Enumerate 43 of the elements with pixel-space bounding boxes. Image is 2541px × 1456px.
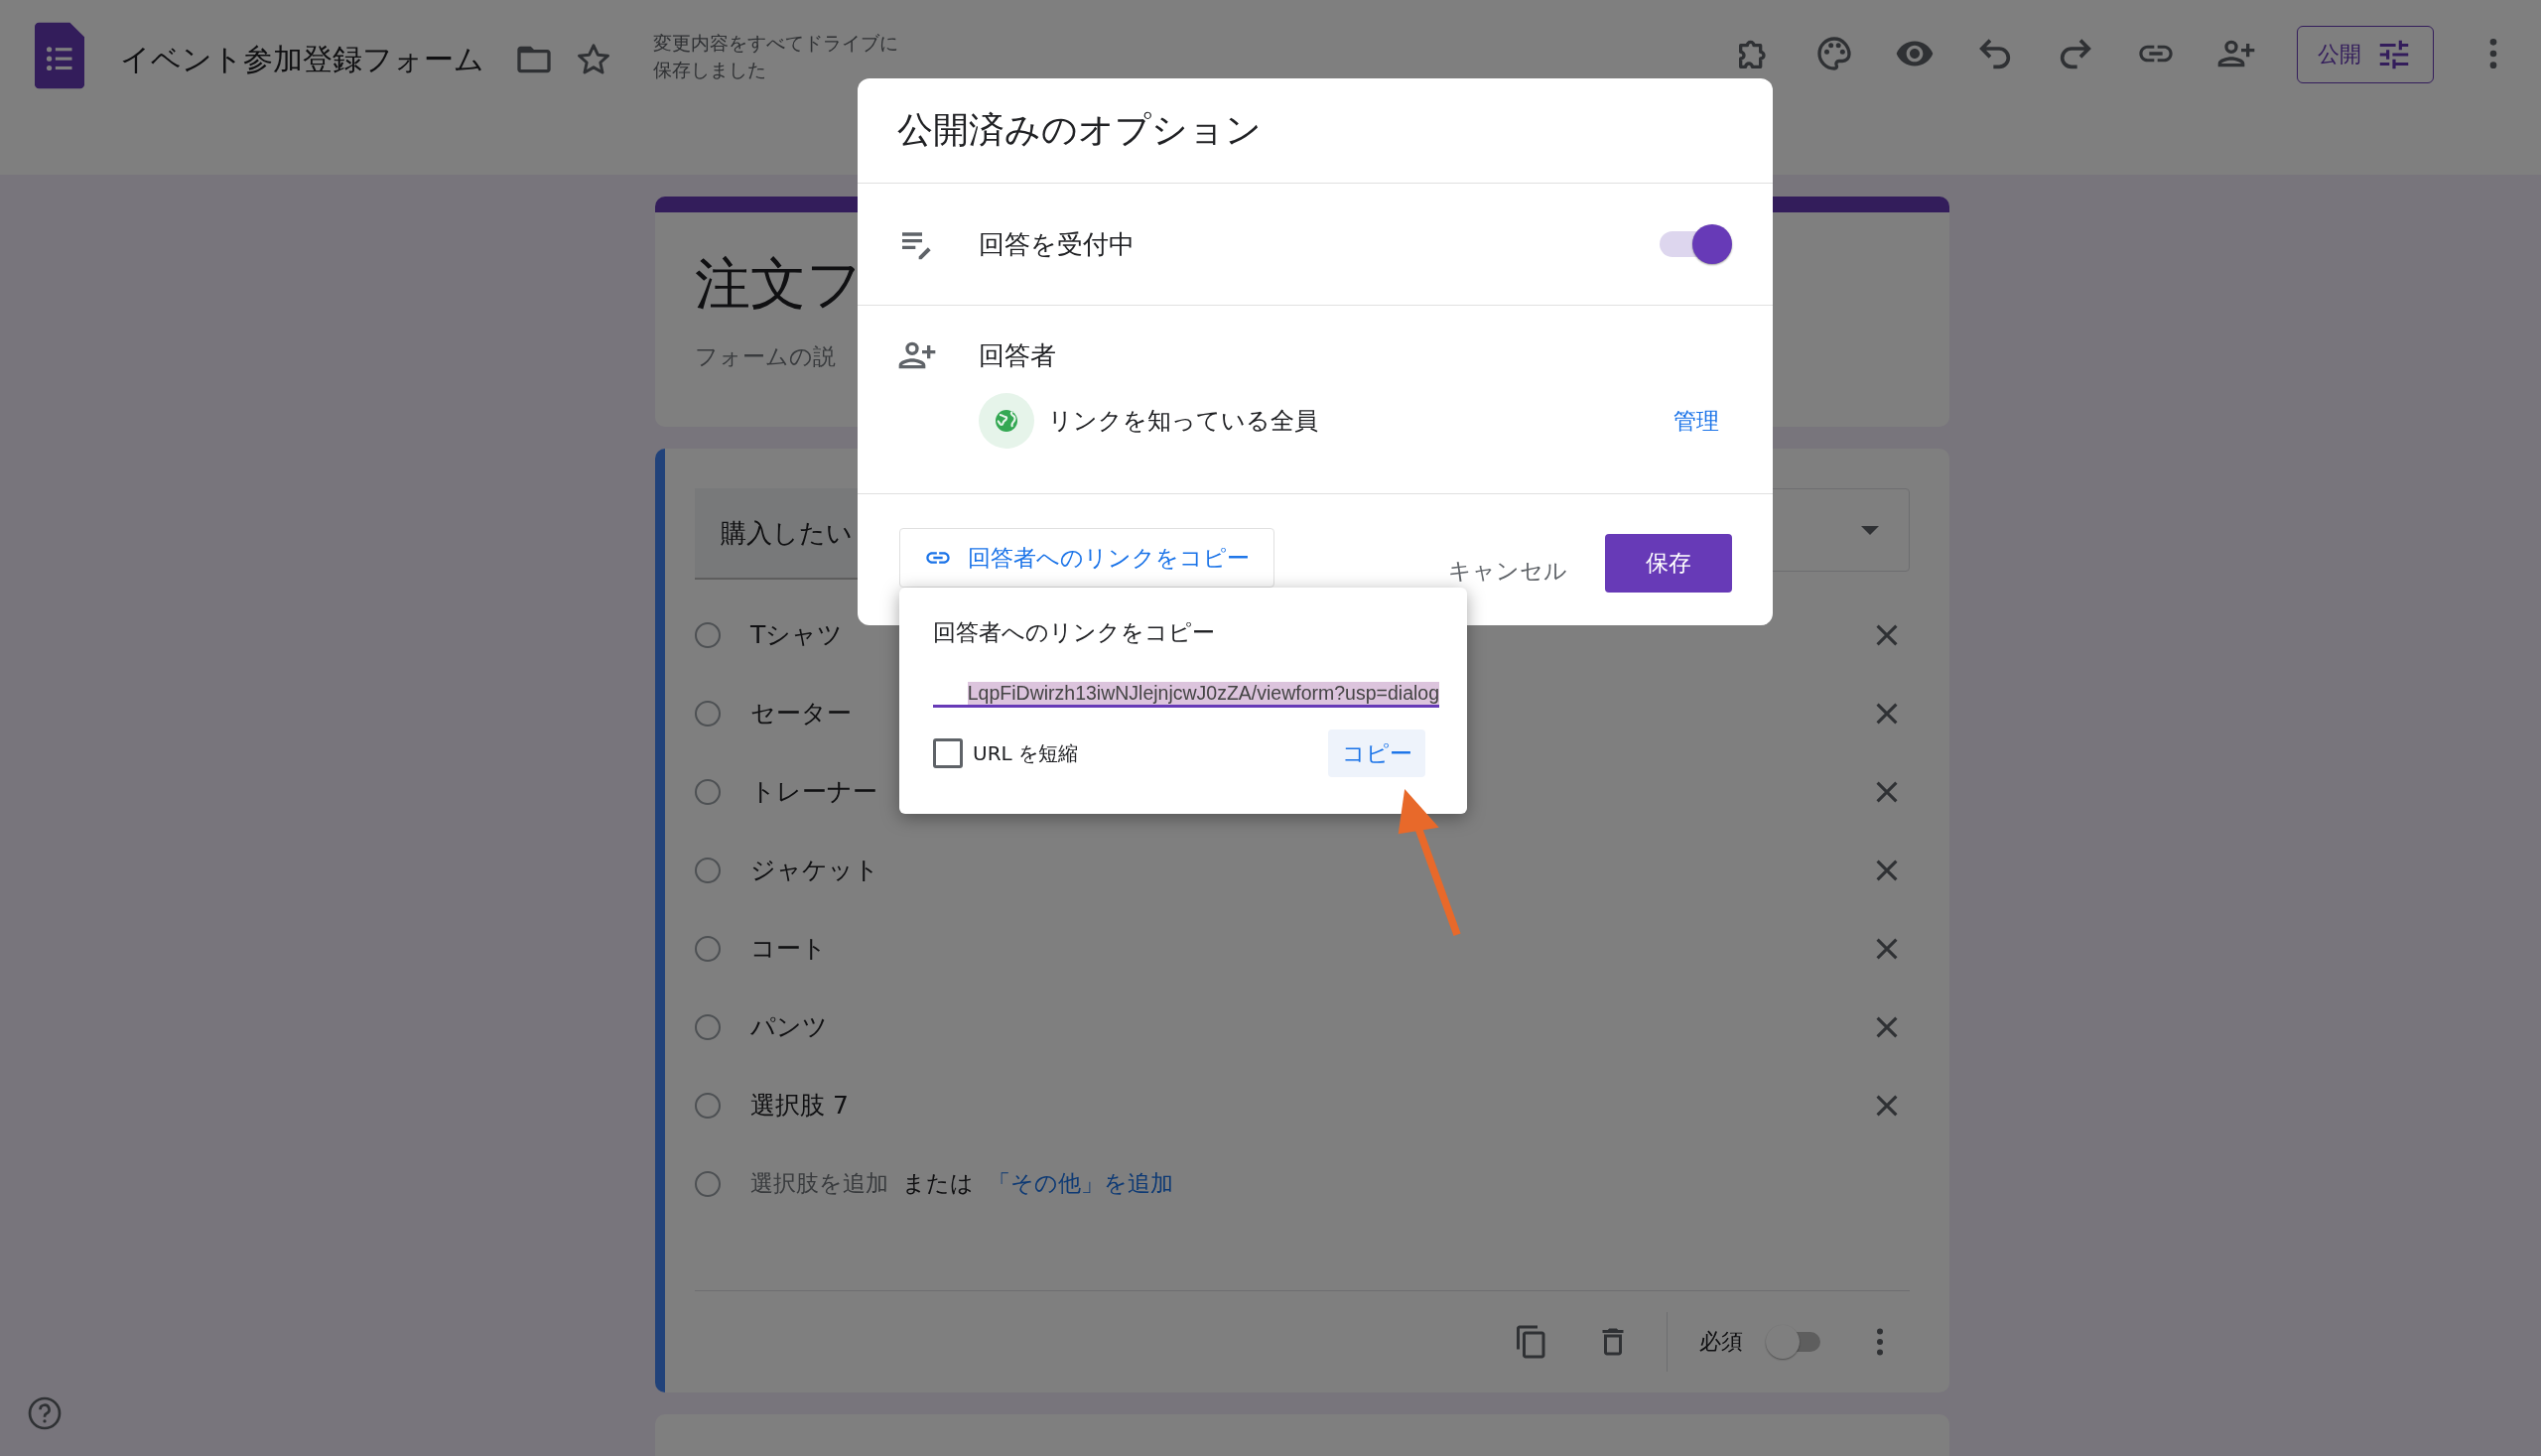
radio-button[interactable]	[695, 621, 721, 648]
required-label: 必須	[1699, 1328, 1743, 1357]
palette-icon[interactable]	[1814, 34, 1854, 73]
manage-link[interactable]: 管理	[1673, 405, 1719, 437]
shorten-url-label[interactable]: URL を短縮	[973, 739, 1079, 767]
copy-button[interactable]: コピー	[1328, 729, 1425, 777]
radio-button[interactable]	[695, 778, 721, 805]
radio-button[interactable]	[695, 700, 721, 727]
close-icon[interactable]	[1876, 623, 1898, 646]
help-icon[interactable]	[27, 1395, 63, 1431]
publish-button[interactable]: 公開	[2297, 26, 2434, 83]
close-icon[interactable]	[1876, 859, 1898, 881]
option-label[interactable]: 選択肢 7	[750, 1089, 1876, 1123]
checkbox[interactable]	[933, 738, 963, 768]
save-status-text: 変更内容をすべてドライブに	[653, 31, 898, 56]
form-title[interactable]: イベント参加登録フォーム	[120, 40, 484, 80]
or-text: または	[902, 1169, 974, 1199]
radio-button[interactable]	[695, 935, 721, 962]
audience-text: リンクを知っている全員	[1048, 406, 1319, 437]
popup-title: 回答者へのリンクをコピー	[933, 618, 1216, 647]
close-icon[interactable]	[1876, 1094, 1898, 1117]
radio-button[interactable]	[695, 1013, 721, 1040]
copy-link-button[interactable]: 回答者へのリンクをコピー	[899, 528, 1274, 588]
option-label[interactable]: コート	[750, 932, 1876, 966]
add-option-link[interactable]: 選択肢を追加	[750, 1168, 888, 1200]
option-label[interactable]: ジャケット	[750, 854, 1876, 887]
radio-button[interactable]	[695, 1092, 721, 1119]
add-other-link[interactable]: 「その他」を追加	[988, 1168, 1173, 1200]
cancel-button[interactable]: キャンセル	[1436, 546, 1579, 596]
dropdown-arrow-icon	[1861, 525, 1879, 535]
save-button[interactable]: 保存	[1605, 534, 1732, 593]
save-status-text: 保存しました	[653, 58, 767, 82]
close-icon[interactable]	[1876, 937, 1898, 960]
respondents-label: 回答者	[979, 338, 1057, 372]
close-icon[interactable]	[1876, 702, 1898, 725]
globe-icon	[979, 393, 1034, 449]
dialog-title: 公開済みのオプション	[858, 78, 1773, 184]
forms-logo-icon[interactable]	[35, 22, 84, 89]
close-icon[interactable]	[1876, 780, 1898, 803]
accepting-responses-label: 回答を受付中	[979, 227, 1136, 261]
close-icon[interactable]	[1876, 1015, 1898, 1038]
option-label[interactable]: パンツ	[750, 1010, 1876, 1044]
radio-button[interactable]	[695, 857, 721, 883]
